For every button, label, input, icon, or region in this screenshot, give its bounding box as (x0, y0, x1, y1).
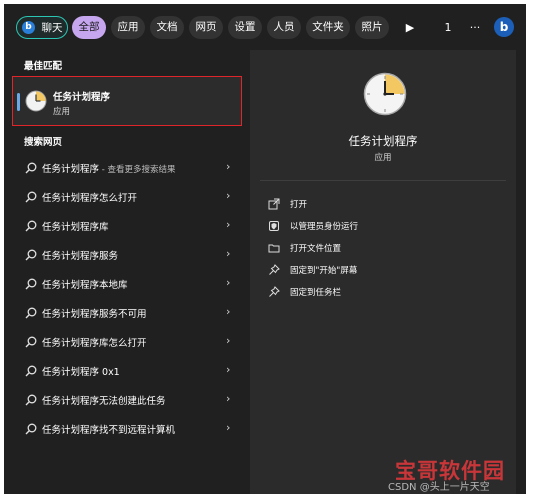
chevron-right-icon: › (226, 189, 231, 202)
web-search-item[interactable]: 任务计划程序本地库 › (12, 269, 244, 298)
bing-icon: b (22, 21, 35, 34)
search-icon (25, 336, 37, 348)
chat-label: 聊天 (41, 22, 63, 34)
web-search-query: 任务计划程序库怎么打开 (42, 338, 147, 349)
shield-icon (269, 221, 279, 231)
more-options-button[interactable]: ··· (466, 16, 484, 39)
web-search-query: 任务计划程序无法创建此任务 (42, 396, 166, 407)
web-search-query: 任务计划程序怎么打开 (42, 193, 138, 204)
web-search-item[interactable]: 任务计划程序库怎么打开 › (12, 327, 244, 356)
search-icon (25, 278, 37, 290)
best-match-type: 应用 (53, 107, 71, 117)
chevron-right-icon: › (226, 305, 231, 318)
action-label: 固定到"开始"屏幕 (290, 266, 358, 276)
web-search-query: 任务计划程序找不到远程计算机 (42, 425, 176, 436)
watermark-caption: CSDN @头上一片天空 (388, 482, 490, 493)
web-search-query: 任务计划程序服务 (42, 251, 119, 262)
web-search-heading: 搜索网页 (24, 137, 63, 148)
search-icon (25, 365, 37, 377)
filter-all[interactable]: 全部 (72, 16, 106, 39)
chevron-right-icon: › (226, 276, 231, 289)
search-icon (25, 162, 37, 174)
web-search-item[interactable]: 任务计划程序无法创建此任务 › (12, 385, 244, 414)
filter-web[interactable]: 网页 (189, 16, 223, 39)
web-search-query: 任务计划程序库 (42, 222, 109, 233)
web-search-query: 任务计划程序服务不可用 (42, 309, 147, 320)
web-search-text: 任务计划程序库怎么打开 (42, 335, 147, 349)
web-search-item[interactable]: 任务计划程序服务 › (12, 240, 244, 269)
web-search-item[interactable]: 任务计划程序服务不可用 › (12, 298, 244, 327)
web-search-text: 任务计划程序 0x1 (42, 364, 120, 378)
chevron-right-icon: › (226, 421, 231, 434)
web-search-item[interactable]: 任务计划程序库 › (12, 211, 244, 240)
results-list: 最佳匹配 任务计划程序 应用 搜索网页 任务计划程序 - 查看更多搜索结果 › 任务… (4, 50, 246, 494)
play-icon[interactable]: ▶ (402, 16, 418, 39)
web-search-text: 任务计划程序本地库 (42, 277, 128, 291)
chat-button[interactable]: b 聊天 (16, 16, 68, 39)
web-search-text: 任务计划程序 - 查看更多搜索结果 (42, 161, 176, 175)
bing-logo-icon[interactable]: b (494, 17, 514, 37)
web-search-text: 任务计划程序服务 (42, 248, 118, 262)
search-panel: b 聊天 全部 应用 文档 网页 设置 人员 文件夹 照片 ▶ 1 ··· b … (4, 4, 526, 494)
pin-icon (269, 286, 280, 297)
search-icon (25, 423, 37, 435)
filter-photos[interactable]: 照片 (355, 16, 389, 39)
search-icon (25, 191, 37, 203)
filter-people[interactable]: 人员 (267, 16, 301, 39)
search-icon (25, 249, 37, 261)
web-search-item[interactable]: 任务计划程序 - 查看更多搜索结果 › (12, 153, 244, 182)
open-icon (268, 198, 280, 210)
filter-settings[interactable]: 设置 (228, 16, 262, 39)
action-label: 以管理员身份运行 (290, 222, 359, 232)
action-label: 固定到任务栏 (290, 288, 342, 298)
action-label: 打开文件位置 (290, 244, 342, 254)
web-search-item[interactable]: 任务计划程序找不到远程计算机 › (12, 414, 244, 443)
filter-apps[interactable]: 应用 (111, 16, 145, 39)
search-filter-bar: b 聊天 全部 应用 文档 网页 设置 人员 文件夹 照片 ▶ 1 ··· b (4, 4, 526, 50)
web-search-hint: - 查看更多搜索结果 (99, 165, 176, 175)
web-search-query: 任务计划程序本地库 (42, 280, 128, 291)
chevron-right-icon: › (226, 363, 231, 376)
filter-folders[interactable]: 文件夹 (306, 16, 350, 39)
best-match-name: 任务计划程序 (53, 92, 111, 103)
folder-icon (268, 244, 280, 253)
web-search-query: 任务计划程序 0x1 (42, 367, 120, 378)
chevron-right-icon: › (226, 334, 231, 347)
search-icon (25, 307, 37, 319)
best-match-heading: 最佳匹配 (24, 61, 63, 72)
divider (260, 180, 506, 181)
chevron-right-icon: › (226, 218, 231, 231)
web-search-item[interactable]: 任务计划程序 0x1 › (12, 356, 244, 385)
web-search-text: 任务计划程序无法创建此任务 (42, 393, 166, 407)
web-search-text: 任务计划程序服务不可用 (42, 306, 147, 320)
search-icon (25, 220, 37, 232)
filter-documents[interactable]: 文档 (150, 16, 184, 39)
web-search-text: 任务计划程序找不到远程计算机 (42, 422, 175, 436)
chevron-right-icon: › (226, 247, 231, 260)
chevron-right-icon: › (226, 160, 231, 173)
web-search-item[interactable]: 任务计划程序怎么打开 › (12, 182, 244, 211)
pin-icon (269, 264, 280, 275)
selection-indicator (17, 93, 20, 111)
best-match-item[interactable]: 任务计划程序 应用 (12, 76, 242, 126)
result-count: 1 (444, 21, 452, 34)
action-label: 打开 (290, 200, 308, 210)
web-search-text: 任务计划程序怎么打开 (42, 190, 137, 204)
search-icon (25, 394, 37, 406)
web-search-text: 任务计划程序库 (42, 219, 109, 233)
preview-pane: 任务计划程序 应用 打开 以管理员身份运行 打开文件位置 固定到"开始"屏幕 固… (250, 50, 516, 494)
task-scheduler-large-icon (363, 72, 407, 116)
chevron-right-icon: › (226, 392, 231, 405)
preview-app-type: 应用 (374, 153, 392, 163)
task-scheduler-icon (25, 90, 47, 112)
preview-app-name: 任务计划程序 (348, 134, 418, 148)
web-search-query: 任务计划程序 (42, 164, 100, 175)
